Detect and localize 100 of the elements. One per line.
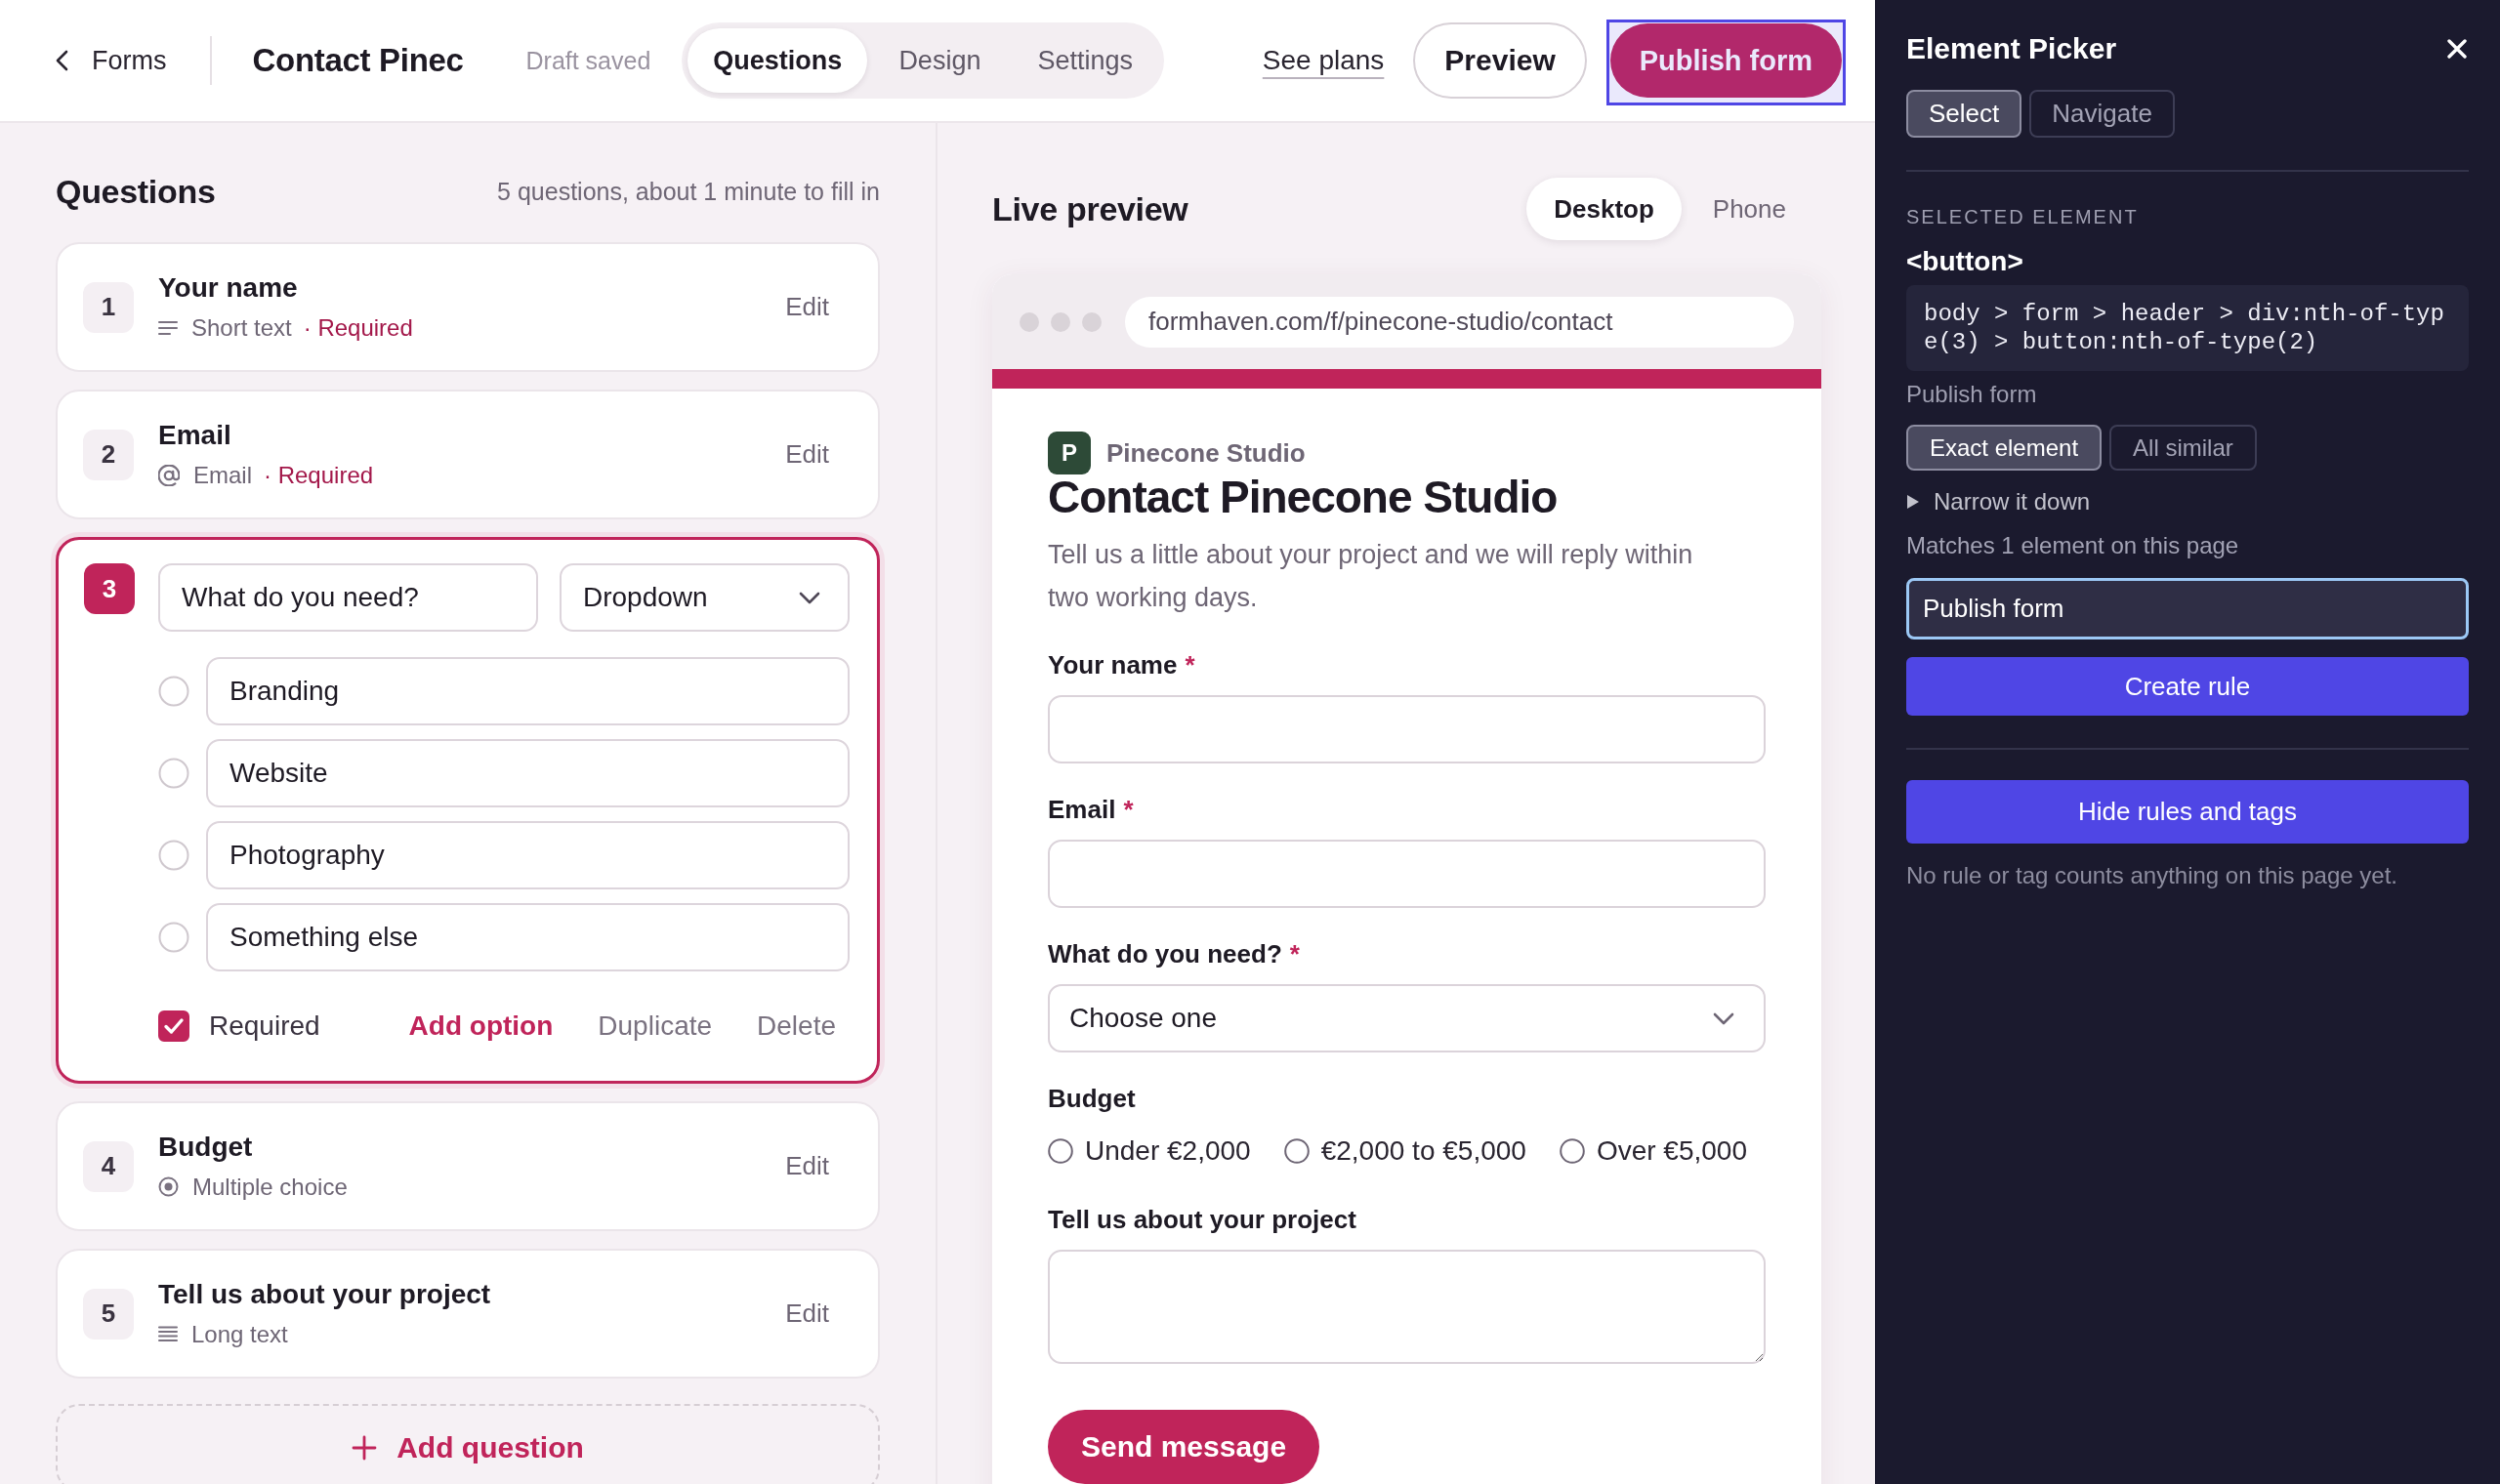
edit-button[interactable]: Edit: [785, 1151, 829, 1181]
element-text: Publish form: [1906, 381, 2038, 408]
back-link[interactable]: Forms: [55, 45, 167, 76]
brand-logo: P: [1048, 432, 1091, 474]
create-rule-button[interactable]: Create rule: [1906, 657, 2469, 716]
number-badge: 3: [84, 563, 135, 614]
radio-icon: [158, 676, 189, 707]
field-label: Tell us about your project: [1048, 1204, 1356, 1236]
radio-icon: [158, 840, 189, 871]
delete-button[interactable]: Delete: [757, 1010, 836, 1042]
question-type: Email: [193, 460, 252, 490]
option-field[interactable]: Website: [206, 739, 850, 807]
question-card[interactable]: 2 Email Email · Required Edit: [56, 390, 880, 519]
question-type: Multiple choice: [192, 1172, 348, 1202]
scope-button[interactable]: Exact element: [1906, 425, 2103, 471]
required-checkbox[interactable]: [158, 1010, 189, 1042]
plus-icon: [352, 1435, 378, 1461]
add-option-button[interactable]: Add option: [408, 1010, 554, 1042]
radio-icon: [158, 758, 189, 789]
rule-name-field[interactable]: Publish form: [1906, 578, 2469, 639]
mode-button[interactable]: Select: [1906, 90, 2022, 138]
see-plans-link[interactable]: See plans: [1262, 45, 1385, 76]
radio-icon[interactable]: [1283, 1138, 1310, 1164]
field-label: Budget: [1048, 1083, 1136, 1115]
text-lines-icon: [158, 1326, 178, 1342]
radio-icon[interactable]: [1048, 1138, 1073, 1164]
hide-rules-button[interactable]: Hide rules and tags: [1906, 780, 2469, 844]
required-mark: *: [1123, 794, 1134, 826]
text-lines-icon: [158, 319, 178, 336]
radio-option[interactable]: Over €5,000: [1559, 1135, 1747, 1167]
question-card[interactable]: 5 Tell us about your project Long text Edit: [56, 1249, 880, 1379]
questions-heading: Questions: [56, 172, 216, 211]
number-badge: 1: [83, 281, 134, 333]
device-tab[interactable]: Phone: [1685, 178, 1813, 240]
text-field[interactable]: [1048, 840, 1766, 908]
edit-button[interactable]: Edit: [785, 292, 829, 322]
edit-button[interactable]: Edit: [785, 439, 829, 470]
radio-icon[interactable]: [1559, 1138, 1585, 1164]
question-card[interactable]: 4 Budget Multiple choice Edit: [56, 1101, 880, 1231]
match-count: Matches 1 element on this page: [1906, 532, 2240, 559]
duplicate-button[interactable]: Duplicate: [598, 1010, 713, 1042]
scope-button[interactable]: All similar: [2109, 425, 2257, 471]
option-field[interactable]: Something else: [206, 903, 850, 971]
close-button[interactable]: [2447, 39, 2467, 59]
edit-button[interactable]: Edit: [785, 1298, 829, 1329]
radio-option[interactable]: €2,000 to €5,000: [1283, 1135, 1526, 1167]
field-label: What do you need?: [1048, 938, 1282, 970]
question-title: Budget: [158, 1131, 254, 1163]
radio-option[interactable]: Under €2,000: [1048, 1135, 1251, 1167]
picker-title: Element Picker: [1906, 32, 2117, 65]
element-tag: <button>: [1906, 245, 2469, 278]
question-title: Tell us about your project: [158, 1278, 491, 1310]
required-tag: · Required: [264, 460, 374, 490]
message-field[interactable]: [1048, 1250, 1766, 1364]
publish-button[interactable]: Publish form: [1609, 23, 1842, 98]
questions-summary: 5 questions, about 1 minute to fill in: [497, 177, 880, 206]
narrow-toggle[interactable]: Narrow it down: [1906, 488, 2091, 515]
number-badge: 5: [83, 1288, 134, 1340]
number-badge: 4: [83, 1140, 134, 1192]
device-tab[interactable]: Desktop: [1526, 178, 1682, 240]
number-badge: 2: [83, 429, 134, 480]
preview-button[interactable]: Preview: [1413, 22, 1587, 99]
question-title-field[interactable]: What do you need?: [158, 563, 538, 632]
send-button[interactable]: Send message: [1048, 1410, 1320, 1484]
selector-code: body > form > header > div:nth-of-type(3) > button:nth-of-type(2): [1906, 285, 2469, 371]
close-icon: [2447, 39, 2467, 59]
question-title: Your name: [158, 271, 299, 304]
text-field[interactable]: [1048, 695, 1766, 763]
mode-button[interactable]: Navigate: [2029, 90, 2175, 138]
preview-heading: Live preview: [992, 189, 1188, 228]
footer-note: No rule or tag counts anything on this page yet.: [1906, 862, 2398, 889]
question-title: Email: [158, 419, 232, 451]
question-card[interactable]: 1 Your name Short text · Required Edit: [56, 242, 880, 372]
required-mark: *: [1289, 938, 1300, 970]
brand-name: Pinecone Studio: [1106, 437, 1306, 469]
form-description: Tell us a little about your project and we will reply within two working days.: [1048, 539, 1694, 614]
required-mark: *: [1185, 649, 1195, 681]
chevron-down-icon: [1713, 1011, 1734, 1025]
tab[interactable]: Settings: [1012, 28, 1158, 93]
option-field[interactable]: Branding: [206, 657, 850, 725]
tab[interactable]: Questions: [688, 28, 868, 93]
question-type: Long text: [191, 1319, 288, 1349]
question-type: Short text: [191, 312, 292, 343]
field-label: Email: [1048, 794, 1116, 826]
option-field[interactable]: Photography: [206, 821, 850, 889]
radio-button-icon: [158, 1176, 179, 1197]
section-label: SELECTED ELEMENT: [1906, 205, 2140, 228]
tab[interactable]: Design: [873, 28, 1007, 93]
at-sign-icon: [158, 464, 180, 486]
question-type-dropdown[interactable]: Dropdown: [560, 563, 850, 632]
required-label: Required: [209, 1010, 320, 1042]
form-heading: Contact Pinecone Studio: [1048, 474, 1559, 519]
required-tag: · Required: [303, 312, 413, 343]
form-title: Contact Pinec: [252, 42, 465, 79]
chevron-down-icon: [799, 591, 820, 604]
address-bar[interactable]: formhaven.com/f/pinecone-studio/contact: [1125, 296, 1794, 348]
add-question-button[interactable]: Add question: [56, 1404, 880, 1484]
save-status: Draft saved: [525, 46, 651, 75]
window-dots-icon: [1020, 311, 1102, 332]
select-field[interactable]: Choose one: [1048, 984, 1766, 1052]
